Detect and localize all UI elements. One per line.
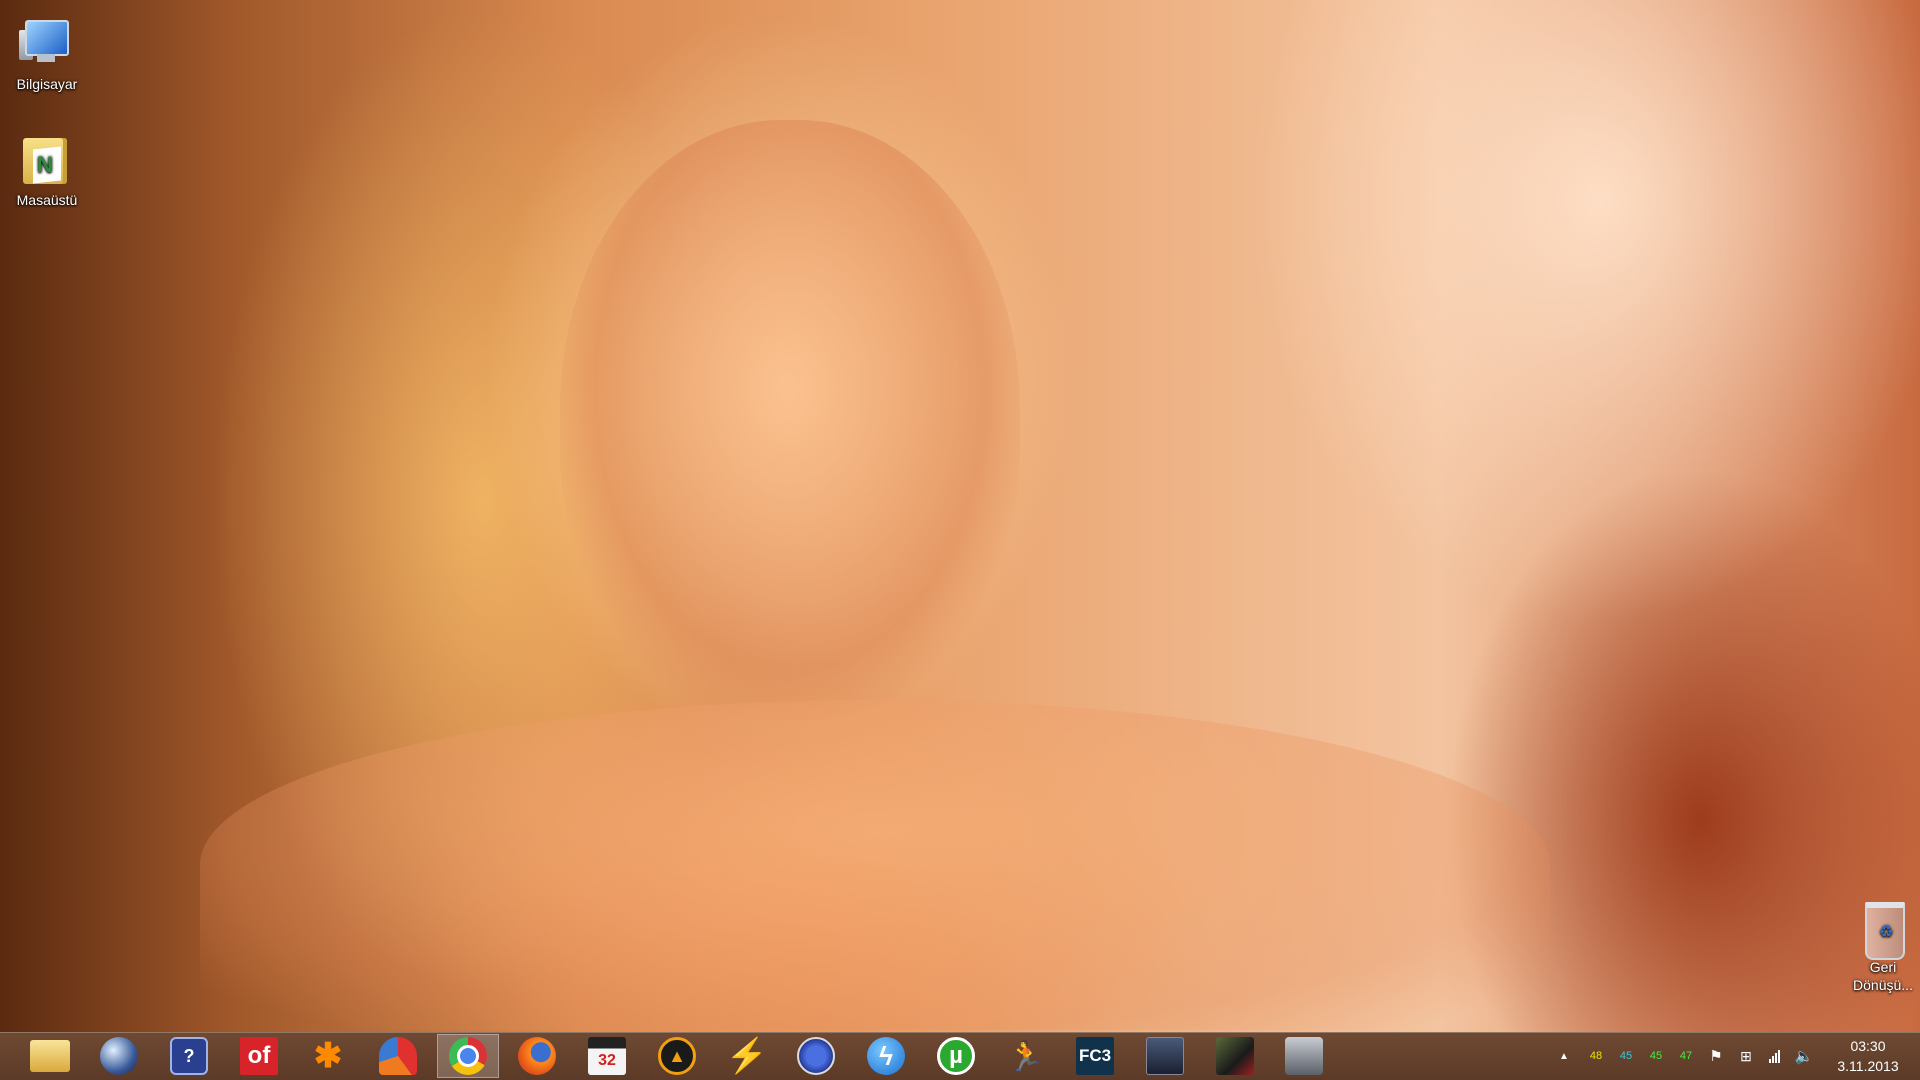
office-icon: of <box>240 1037 278 1075</box>
taskbar-app-ccleaner[interactable] <box>367 1034 429 1078</box>
computer-icon <box>19 16 75 72</box>
desktop-icon-desktop-folder[interactable]: N Masaüstü <box>7 132 87 208</box>
wifi-button[interactable] <box>1764 1046 1784 1066</box>
recycle-bin-icon: ♻ <box>1855 898 1911 960</box>
clock-date: 3.11.2013 <box>1837 1058 1899 1074</box>
speaker-icon: 🔈 <box>1794 1048 1814 1065</box>
taskbar-app-far-cry-3[interactable]: FC3 <box>1064 1034 1126 1078</box>
compass-icon <box>797 1037 835 1075</box>
folder-icon <box>30 1040 70 1072</box>
volume-button[interactable]: 🔈 <box>1794 1046 1814 1066</box>
soldier-icon: 🏃 <box>1007 1039 1045 1073</box>
taskbar-app-chrome[interactable] <box>437 1034 499 1078</box>
taskbar: ? of ✱ 32 ▲ ⚡ ϟ µ 🏃 FC3 ▲ 48 45 45 47 ⚑ … <box>0 1032 1920 1080</box>
show-hidden-icons-button[interactable]: ▲ <box>1556 1046 1572 1066</box>
wallpaper-portrait <box>560 120 1020 720</box>
cpu-temp-1[interactable]: 48 <box>1586 1046 1606 1066</box>
taskbar-app-video-editor[interactable]: 32 <box>576 1034 638 1078</box>
crysis-icon <box>1216 1037 1254 1075</box>
fc3-icon: FC3 <box>1076 1037 1114 1075</box>
desktop-icon-recycle-bin[interactable]: ♻ Geri Dönüşü... <box>1843 898 1920 994</box>
taskbar-app-avast[interactable]: ✱ <box>297 1034 359 1078</box>
helmet-icon <box>1146 1037 1184 1075</box>
taskbar-app-help[interactable]: ? <box>158 1034 220 1078</box>
clock-time: 03:30 <box>1850 1038 1886 1054</box>
clapper-icon: 32 <box>588 1037 626 1075</box>
taskbar-app-globe[interactable] <box>88 1034 150 1078</box>
taskbar-app-game-soldier[interactable] <box>1134 1034 1196 1078</box>
chevron-up-icon: ▲ <box>1559 1050 1569 1062</box>
folder-icon: N <box>19 132 75 188</box>
taskbar-app-counter-strike[interactable]: 🏃 <box>995 1034 1057 1078</box>
cpu-temp-4[interactable]: 47 <box>1676 1046 1696 1066</box>
firefox-icon <box>518 1037 556 1075</box>
desktop-icon-label: Geri Dönüşü... <box>1853 959 1913 993</box>
desktop-wallpaper <box>0 0 1920 1032</box>
taskbar-app-crysis[interactable] <box>1204 1034 1266 1078</box>
desktop-icon-label: Bilgisayar <box>16 76 78 92</box>
wallpaper-arms <box>200 700 1550 1030</box>
action-center-button[interactable]: ⚑ <box>1706 1046 1726 1066</box>
flag-icon: ⚑ <box>1709 1048 1723 1065</box>
globe-icon <box>100 1037 138 1075</box>
ccleaner-icon <box>379 1037 417 1075</box>
utorrent-icon: µ <box>937 1037 975 1075</box>
desktop-icon-computer[interactable]: Bilgisayar <box>7 16 87 92</box>
network-disconnected-icon: ⊞ <box>1740 1047 1752 1064</box>
network-wired-button[interactable]: ⊞ <box>1736 1046 1756 1066</box>
cpu-temp-2[interactable]: 45 <box>1616 1046 1636 1066</box>
desktop-icon-label: Masaüstü <box>16 192 78 208</box>
taskbar-app-flashget[interactable]: ϟ <box>855 1034 917 1078</box>
taskbar-app-utorrent[interactable]: µ <box>925 1034 987 1078</box>
clock[interactable]: 03:30 3.11.2013 <box>1830 1036 1906 1076</box>
truck-icon <box>1285 1037 1323 1075</box>
cpu-temp-3[interactable]: 45 <box>1646 1046 1666 1066</box>
taskbar-app-aimp[interactable]: ▲ <box>646 1034 708 1078</box>
signal-bars-icon <box>1768 1049 1780 1063</box>
taskbar-app-file-explorer[interactable] <box>19 1034 81 1078</box>
taskbar-app-firefox[interactable] <box>506 1034 568 1078</box>
winamp-icon: ⚡ <box>725 1037 769 1075</box>
taskbar-app-winamp[interactable]: ⚡ <box>716 1034 778 1078</box>
help-icon: ? <box>170 1037 208 1075</box>
aimp-icon: ▲ <box>658 1037 696 1075</box>
avast-icon: ✱ <box>313 1037 343 1075</box>
bolt-icon: ϟ <box>867 1037 905 1075</box>
taskbar-app-office[interactable]: of <box>228 1034 290 1078</box>
chrome-icon <box>449 1037 487 1075</box>
taskbar-app-truck-sim[interactable] <box>1273 1034 1335 1078</box>
taskbar-app-compass[interactable] <box>785 1034 847 1078</box>
